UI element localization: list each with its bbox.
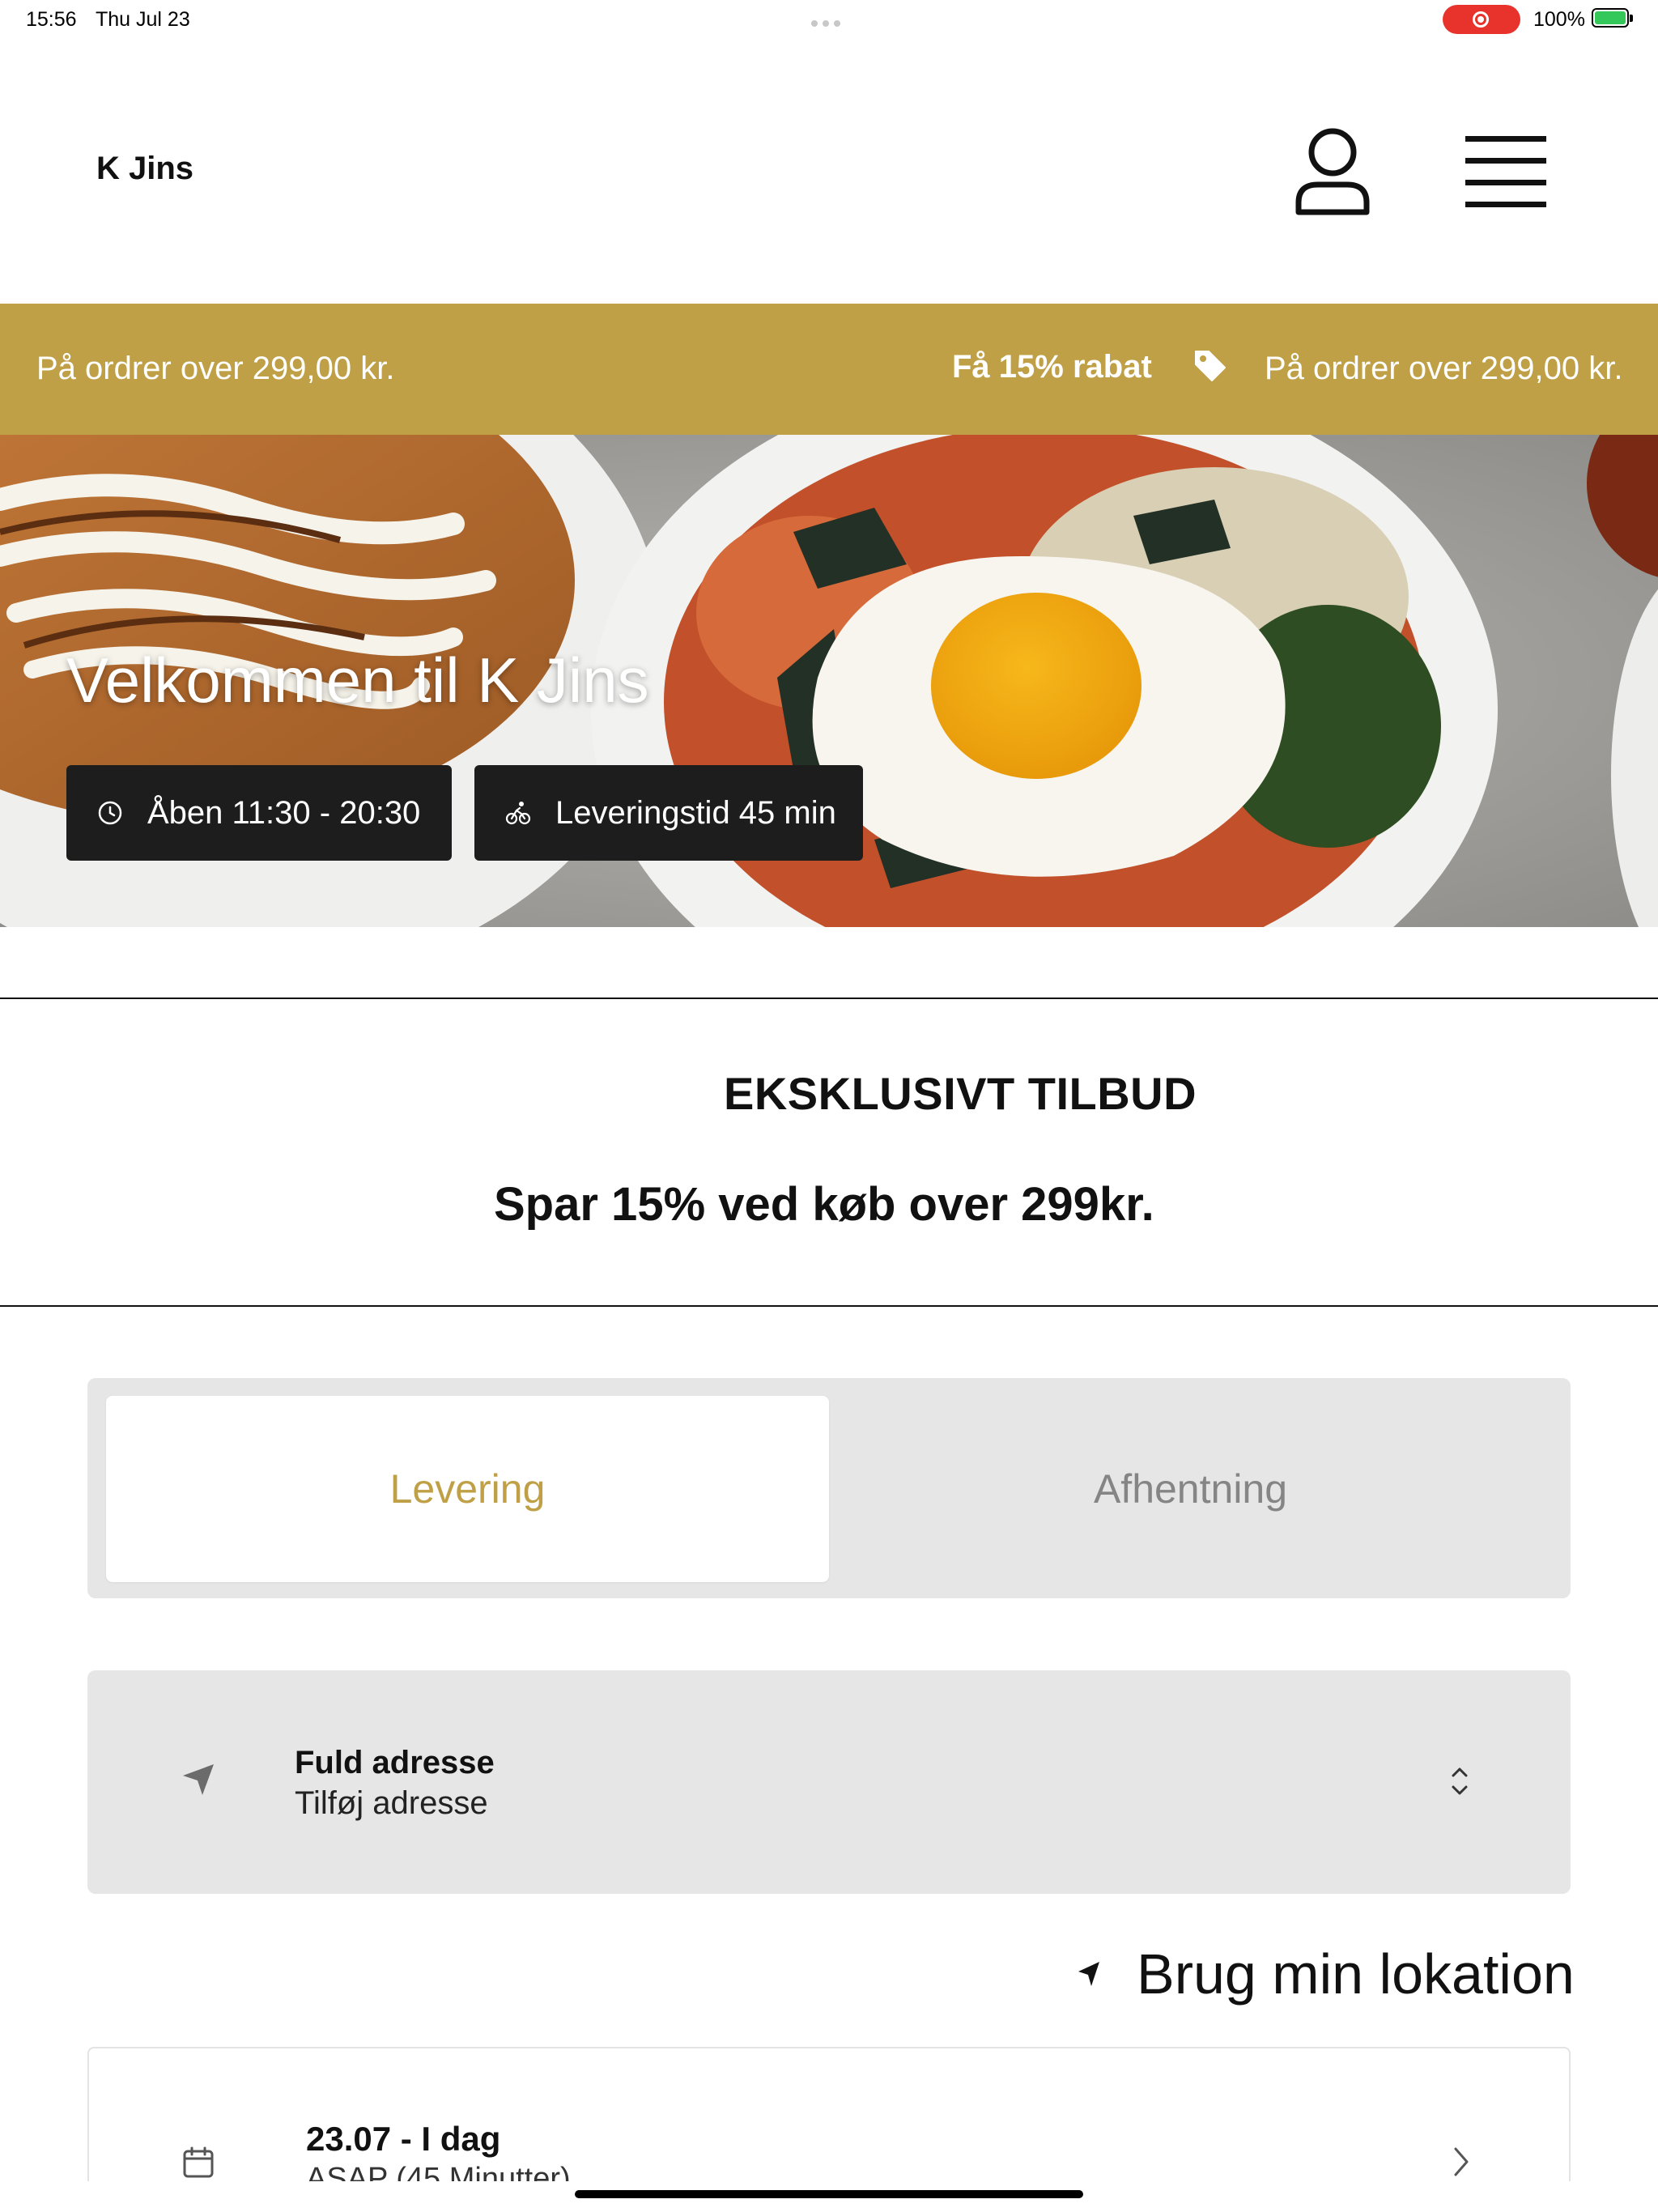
promo-discount-text: Få 15% rabat bbox=[952, 349, 1152, 385]
use-my-location-label: Brug min lokation bbox=[1137, 1942, 1575, 2006]
multitasking-dots-icon[interactable] bbox=[811, 16, 847, 27]
user-account-button[interactable] bbox=[1294, 126, 1371, 217]
clock-icon bbox=[98, 801, 122, 825]
divider-top bbox=[0, 998, 1658, 999]
address-selector[interactable]: Fuld adresse Tilføj adresse bbox=[87, 1670, 1571, 1894]
battery-icon bbox=[1592, 8, 1633, 28]
location-arrow-icon bbox=[183, 1764, 214, 1795]
chevron-up-down-icon bbox=[1452, 1767, 1468, 1795]
tag-icon bbox=[1195, 351, 1226, 381]
promo-banner: På ordrer over 299,00 kr. Få 15% rabat P… bbox=[0, 304, 1658, 435]
delivery-date-title: 23.07 - I dag bbox=[306, 2120, 501, 2158]
battery-percent: 100% bbox=[1533, 8, 1585, 31]
calendar-icon bbox=[183, 2146, 214, 2178]
screen-recording-icon[interactable] bbox=[1443, 5, 1520, 34]
home-indicator[interactable] bbox=[575, 2190, 1083, 2198]
tab-delivery[interactable]: Levering bbox=[106, 1396, 829, 1582]
promo-text-right: På ordrer over 299,00 kr. bbox=[1265, 351, 1623, 386]
address-label: Fuld adresse bbox=[295, 1745, 495, 1780]
user-icon bbox=[1295, 128, 1370, 215]
opening-hours-text: Åben 11:30 - 20:30 bbox=[147, 794, 421, 831]
hamburger-menu-icon[interactable] bbox=[1465, 136, 1546, 207]
status-bar: 15:56 Thu Jul 23 100% bbox=[0, 0, 1658, 39]
hero-banner: Velkommen til K Jins Åben 11:30 - 20:30 … bbox=[0, 435, 1658, 927]
delivery-time-badge[interactable]: Leveringstid 45 min bbox=[474, 765, 863, 861]
bicycle-icon bbox=[505, 802, 531, 825]
divider-bottom bbox=[0, 1305, 1658, 1307]
chevron-right-icon bbox=[1454, 2147, 1469, 2176]
address-value: Tilføj adresse bbox=[295, 1785, 488, 1821]
offer-title: EKSKLUSIVT TILBUD bbox=[724, 1068, 1197, 1119]
opening-hours-badge[interactable]: Åben 11:30 - 20:30 bbox=[66, 765, 452, 861]
status-date: Thu Jul 23 bbox=[96, 8, 190, 31]
tab-pickup[interactable]: Afhentning bbox=[829, 1396, 1552, 1582]
promo-text-left: På ordrer over 299,00 kr. bbox=[36, 351, 395, 386]
use-my-location-button[interactable]: Brug min lokation bbox=[1077, 1942, 1575, 2006]
status-time: 15:56 bbox=[26, 8, 77, 31]
offer-subtitle: Spar 15% ved køb over 299kr. bbox=[494, 1178, 1154, 1231]
hero-title: Velkommen til K Jins bbox=[66, 644, 649, 716]
location-arrow-icon bbox=[1078, 1962, 1099, 1986]
brand-logo-text[interactable]: K Jins bbox=[96, 151, 193, 187]
delivery-time-text: Leveringstid 45 min bbox=[555, 794, 836, 831]
order-type-toggle: Levering Afhentning bbox=[87, 1378, 1571, 1598]
